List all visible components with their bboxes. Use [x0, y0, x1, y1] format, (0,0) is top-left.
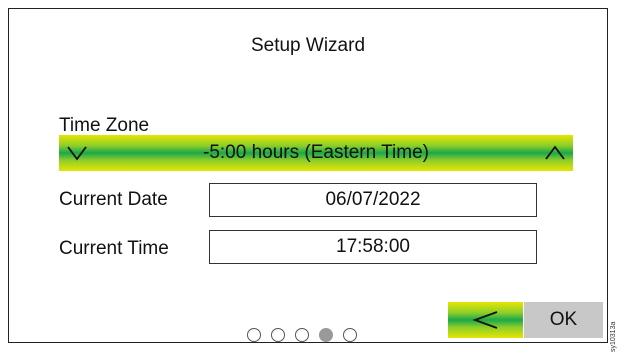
time-zone-increment-button[interactable]	[537, 135, 573, 171]
time-zone-decrement-button[interactable]	[59, 135, 95, 171]
time-zone-selector: -5:00 hours (Eastern Time)	[59, 135, 573, 171]
current-time-field[interactable]: 17:58:00	[209, 230, 537, 264]
chevron-up-icon	[545, 145, 565, 160]
current-date-field[interactable]: 06/07/2022	[209, 183, 537, 217]
page-dot-active	[319, 328, 333, 342]
ok-button[interactable]: OK	[524, 302, 603, 338]
page-dot	[247, 328, 261, 342]
pagination-dots	[247, 328, 359, 342]
figure-code: sy10313a	[610, 321, 617, 352]
time-zone-label: Time Zone	[59, 115, 150, 136]
time-zone-value: -5:00 hours (Eastern Time)	[203, 142, 429, 163]
current-time-label: Current Time	[59, 238, 169, 259]
back-arrow-icon	[471, 311, 497, 329]
page-dot	[271, 328, 285, 342]
page-dot	[295, 328, 309, 342]
chevron-down-icon	[67, 146, 87, 161]
page-dot	[343, 328, 357, 342]
back-button[interactable]	[448, 302, 523, 338]
current-date-label: Current Date	[59, 189, 168, 210]
wizard-screen: Setup Wizard Time Zone -5:00 hours (East…	[8, 8, 608, 343]
page-title: Setup Wizard	[250, 35, 366, 56]
